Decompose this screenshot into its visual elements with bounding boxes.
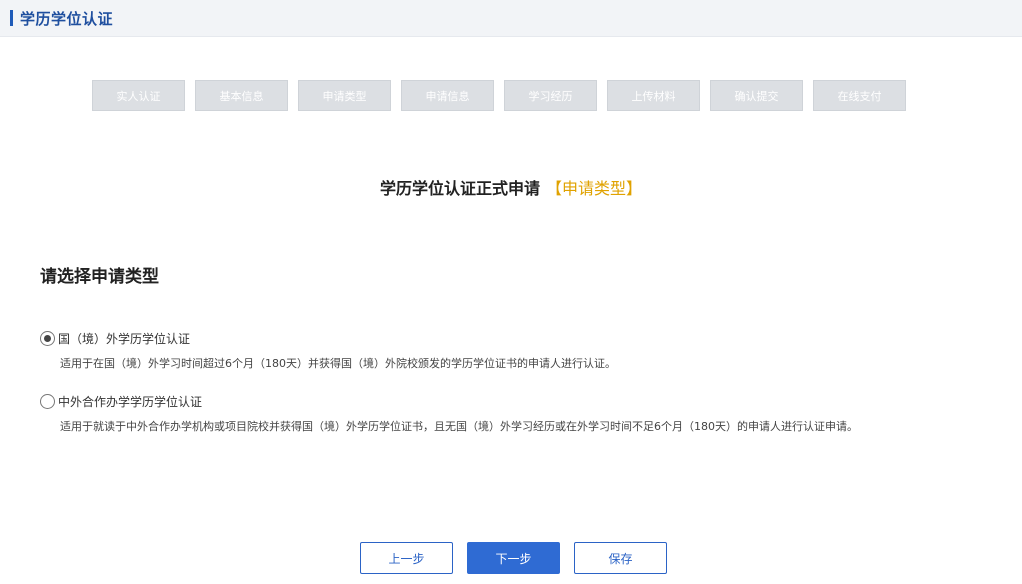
step-upload-materials: 上传材料 bbox=[607, 80, 700, 111]
section-title: 请选择申请类型 bbox=[40, 267, 159, 287]
option-foreign-degree[interactable]: 国（境）外学历学位认证 适用于在国（境）外学习时间超过6个月（180天）并获得国… bbox=[40, 330, 990, 375]
option-label[interactable]: 中外合作办学学历学位认证 bbox=[58, 393, 202, 410]
form-title: 学历学位认证正式申请 【申请类型】 bbox=[0, 175, 1022, 199]
form-actions: 上一步 下一步 保存 bbox=[360, 542, 667, 574]
step-basic-info: 基本信息 bbox=[195, 80, 288, 111]
header-accent-bar bbox=[10, 10, 13, 26]
save-button[interactable]: 保存 bbox=[574, 542, 667, 574]
option-description: 适用于就读于中外合作办学机构或项目院校并获得国（境）外学历学位证书，且无国（境）… bbox=[60, 420, 858, 433]
page-header: 学历学位认证 bbox=[0, 0, 1022, 37]
current-step-label: 【申请类型】 bbox=[546, 179, 643, 198]
step-study-experience: 学习经历 bbox=[504, 80, 597, 111]
option-description: 适用于在国（境）外学习时间超过6个月（180天）并获得国（境）外院校颁发的学历学… bbox=[60, 357, 616, 370]
option-sino-foreign[interactable]: 中外合作办学学历学位认证 适用于就读于中外合作办学机构或项目院校并获得国（境）外… bbox=[40, 393, 990, 438]
step-confirm-submit: 确认提交 bbox=[710, 80, 803, 111]
radio-foreign-degree[interactable] bbox=[40, 331, 55, 346]
step-application-type: 申请类型 bbox=[298, 80, 391, 111]
page-title: 学历学位认证 bbox=[20, 9, 114, 28]
step-application-info: 申请信息 bbox=[401, 80, 494, 111]
option-label[interactable]: 国（境）外学历学位认证 bbox=[58, 330, 190, 347]
form-title-text: 学历学位认证正式申请 bbox=[379, 179, 540, 198]
radio-sino-foreign[interactable] bbox=[40, 394, 55, 409]
step-progress: 实人认证 基本信息 申请类型 申请信息 学习经历 上传材料 确认提交 在线支付 bbox=[92, 80, 906, 111]
next-button[interactable]: 下一步 bbox=[467, 542, 560, 574]
step-real-name: 实人认证 bbox=[92, 80, 185, 111]
step-online-payment: 在线支付 bbox=[813, 80, 906, 111]
prev-button[interactable]: 上一步 bbox=[360, 542, 453, 574]
